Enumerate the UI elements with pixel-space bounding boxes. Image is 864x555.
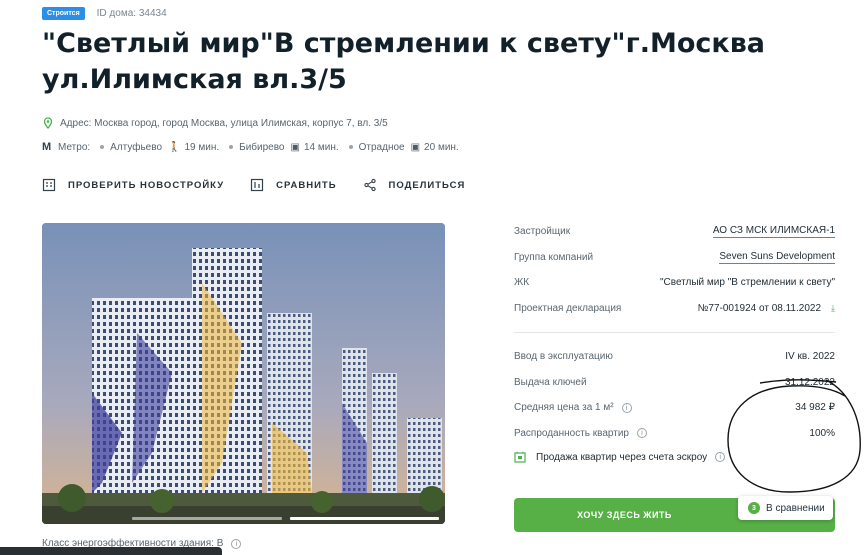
station-name: Алтуфьево	[110, 141, 163, 153]
declaration-link[interactable]: №77-001924 от 08.11.2022 ⤓	[698, 303, 835, 314]
action-bar: ПРОВЕРИТЬ НОВОСТРОЙКУ СРАВНИТЬ ПОДЕЛИТЬС…	[42, 178, 491, 192]
price-label-text: Средняя цена за 1 м²	[514, 402, 614, 414]
detail-value: 100%	[809, 427, 835, 439]
in-comparison-chip[interactable]: 3 В сравнении	[738, 496, 833, 520]
detail-label: Выдача ключей	[514, 376, 587, 388]
bus-icon: ▣	[410, 141, 421, 153]
complex-name: "Светлый мир "В стремлении к свету"	[659, 277, 835, 289]
declaration-text[interactable]: №77-001924 от 08.11.2022	[698, 303, 821, 314]
status-badge: Строится	[42, 6, 85, 20]
developer-details: Застройщик АО СЗ МСК ИЛИМСКАЯ-1 Группа к…	[514, 219, 835, 321]
header-meta: Строится ID дома: 34434	[42, 6, 167, 20]
share-button[interactable]: ПОДЕЛИТЬСЯ	[363, 178, 466, 192]
detail-label-price: Средняя цена за 1 м² i	[514, 402, 632, 413]
detail-value: 31.12.2022	[784, 376, 835, 388]
bus-icon: ▣	[290, 141, 300, 153]
page-title: "Светлый мир"В стремлении к свету"г.Моск…	[42, 28, 766, 95]
station-name: Бибирево	[239, 141, 285, 153]
address-line: Адрес: Москва город, город Москва, улица…	[42, 117, 388, 129]
info-icon[interactable]: i	[637, 428, 647, 439]
info-icon[interactable]: i	[231, 538, 242, 549]
check-building-button[interactable]: ПРОВЕРИТЬ НОВОСТРОЙКУ	[42, 178, 224, 192]
station-time: 19 мин.	[184, 141, 220, 153]
detail-row-complex: ЖК "Светлый мир "В стремлении к свету"	[514, 270, 835, 296]
share-icon	[363, 178, 377, 192]
detail-value: 34 982 ₽	[795, 402, 835, 414]
compare-chip-label: В сравнении	[766, 502, 825, 514]
detail-row-group: Группа компаний Seven Suns Development	[514, 245, 835, 271]
detail-row-price: Средняя цена за 1 м² i 34 982 ₽	[514, 395, 835, 421]
info-icon[interactable]: i	[715, 452, 726, 462]
location-pin-icon	[42, 117, 54, 129]
detail-label: Проектная декларация	[514, 302, 622, 314]
check-building-label: ПРОВЕРИТЬ НОВОСТРОЙКУ	[68, 179, 225, 191]
address-text: Адрес: Москва город, город Москва, улица…	[60, 117, 388, 129]
building-render	[42, 223, 445, 524]
details-divider	[514, 332, 835, 333]
share-label: ПОДЕЛИТЬСЯ	[388, 179, 466, 191]
compare-count-badge: 3	[748, 502, 760, 514]
compare-label: СРАВНИТЬ	[276, 179, 337, 191]
house-id: ID дома: 34434	[96, 7, 167, 19]
slide-indicator[interactable]	[132, 517, 282, 520]
escrow-icon	[514, 451, 526, 463]
escrow-text: Продажа квартир через счета эскроу	[536, 451, 708, 463]
compare-button[interactable]: СРАВНИТЬ	[250, 178, 336, 192]
detail-label-sold: Распроданность квартир i	[514, 428, 647, 439]
station-time: 20 мин.	[424, 141, 459, 153]
building-photo[interactable]	[42, 223, 445, 524]
detail-label: Застройщик	[514, 226, 571, 238]
slide-indicator-active[interactable]	[289, 517, 439, 520]
download-icon[interactable]: ⤓	[831, 303, 835, 314]
escrow-note: Продажа квартир через счета эскроу i	[514, 451, 726, 463]
detail-label: ЖК	[514, 277, 530, 289]
metro-icon: M	[42, 141, 52, 153]
sold-label-text: Распроданность квартир	[514, 427, 629, 439]
detail-label: Группа компаний	[514, 251, 594, 263]
info-icon[interactable]: i	[621, 402, 632, 413]
detail-row-declaration: Проектная декларация №77-001924 от 08.11…	[514, 296, 835, 322]
developer-link[interactable]: АО СЗ МСК ИЛИМСКАЯ-1	[712, 225, 835, 239]
station-time: 14 мин.	[303, 141, 339, 153]
station-dot	[229, 145, 234, 149]
bottom-bar	[0, 547, 222, 555]
detail-row-keys: Выдача ключей 31.12.2022	[514, 370, 835, 396]
detail-row-sold: Распроданность квартир i 100%	[514, 421, 835, 447]
building-details: Ввод в эксплуатацию IV кв. 2022 Выдача к…	[514, 344, 835, 446]
station-dot	[348, 145, 353, 149]
detail-row-commissioning: Ввод в эксплуатацию IV кв. 2022	[514, 344, 835, 370]
photo-slide-indicator[interactable]	[132, 517, 439, 520]
detail-row-developer: Застройщик АО СЗ МСК ИЛИМСКАЯ-1	[514, 219, 835, 245]
checklist-icon	[42, 178, 56, 192]
detail-label: Ввод в эксплуатацию	[514, 351, 613, 363]
compare-icon	[250, 178, 264, 192]
station-dot	[100, 145, 105, 149]
walk-icon: 🚶	[168, 141, 181, 153]
group-link[interactable]: Seven Suns Development	[719, 251, 835, 264]
station-name: Отрадное	[358, 141, 405, 153]
metro-label: Метро:	[58, 141, 91, 153]
metro-line: M Метро: Алтуфьево 🚶 19 мин. Бибирево ▣ …	[42, 141, 459, 153]
detail-value: IV кв. 2022	[785, 351, 835, 363]
